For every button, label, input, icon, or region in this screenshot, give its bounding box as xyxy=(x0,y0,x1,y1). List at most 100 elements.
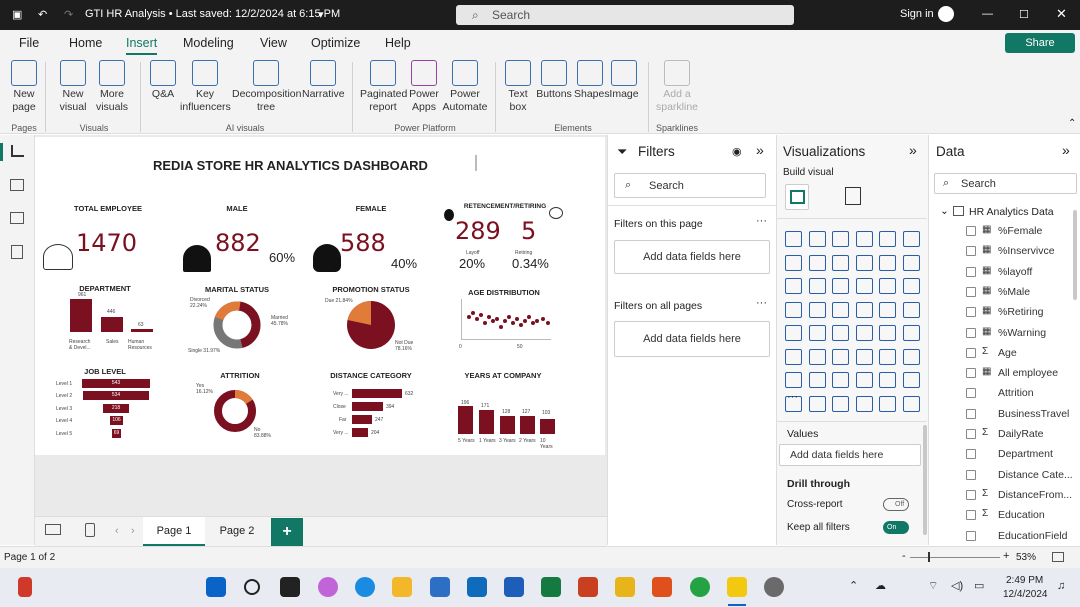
prev-page-icon[interactable]: ‹ xyxy=(115,525,119,537)
visual-type-icon[interactable] xyxy=(832,231,849,247)
dept-bar[interactable] xyxy=(101,317,123,332)
task-view-icon[interactable] xyxy=(280,577,300,597)
save-icon[interactable]: ▣ xyxy=(12,8,22,21)
qa-button[interactable]: Q&A xyxy=(148,60,178,101)
field-item[interactable]: ▦ %Retiring xyxy=(929,303,1079,323)
zoom-handle[interactable] xyxy=(928,552,930,562)
field-checkbox[interactable] xyxy=(966,510,976,521)
field-checkbox[interactable] xyxy=(966,408,976,419)
menu-view[interactable]: View xyxy=(260,36,287,50)
build-visual-icon[interactable] xyxy=(785,184,809,210)
app-icon[interactable] xyxy=(18,577,32,597)
fit-to-page-icon[interactable] xyxy=(1052,552,1064,562)
eye-icon[interactable]: ◉ xyxy=(732,145,742,158)
key-influencers-button[interactable]: Key influencers xyxy=(180,60,231,114)
cross-report-toggle[interactable]: Off xyxy=(883,498,909,511)
narrative-button[interactable]: Narrative xyxy=(302,60,345,101)
more-visuals-button[interactable]: More visuals xyxy=(92,60,132,114)
zoom-out-icon[interactable]: - xyxy=(902,550,906,562)
promotion-pie[interactable] xyxy=(345,299,397,351)
visual-type-icon[interactable] xyxy=(855,325,873,341)
new-visual-button[interactable]: New visual xyxy=(55,60,91,114)
shapes-button[interactable]: Shapes xyxy=(574,60,610,101)
outlook-icon[interactable] xyxy=(467,577,487,597)
dept-bar[interactable] xyxy=(131,329,153,332)
years-bar[interactable] xyxy=(520,416,535,434)
report-page[interactable]: REDIA STORE HR ANALYTICS DASHBOARD TOTAL… xyxy=(35,137,605,455)
visual-type-icon[interactable] xyxy=(808,372,826,388)
visual-type-icon[interactable] xyxy=(902,278,920,294)
visual-type-icon[interactable] xyxy=(785,348,802,365)
dax-view-icon[interactable] xyxy=(11,245,23,259)
visual-type-icon[interactable] xyxy=(879,395,896,412)
keep-filters-toggle[interactable]: On xyxy=(883,521,909,534)
undo-icon[interactable]: ↶ xyxy=(38,8,47,21)
visual-type-icon[interactable] xyxy=(832,348,849,365)
all-pages-filter-well[interactable]: Add data fields here xyxy=(614,321,770,357)
menu-home[interactable]: Home xyxy=(69,36,102,50)
attrition-donut[interactable] xyxy=(211,387,259,435)
job-bar[interactable]: 534 xyxy=(83,391,149,400)
field-checkbox[interactable] xyxy=(966,246,976,257)
battery-icon[interactable]: ▭ xyxy=(974,579,984,592)
mobile-layout-icon[interactable] xyxy=(85,523,95,537)
build-visual-tab[interactable]: Build visual xyxy=(783,167,834,178)
volume-icon[interactable]: ◁) xyxy=(951,579,963,592)
cloud-icon[interactable]: ☁ xyxy=(875,579,886,592)
years-bar[interactable] xyxy=(540,419,555,434)
zoom-slider[interactable] xyxy=(910,557,1000,558)
visual-type-icon[interactable] xyxy=(879,325,896,341)
collapse-data-icon[interactable]: » xyxy=(1062,142,1070,158)
report-view-icon[interactable] xyxy=(11,145,24,157)
spreadsheet-app-icon[interactable] xyxy=(615,577,635,597)
close-icon[interactable]: ✕ xyxy=(1056,6,1067,22)
paginated-report-button[interactable]: Paginated report xyxy=(360,60,407,114)
visual-type-icon[interactable] xyxy=(832,254,849,271)
visual-type-icon[interactable] xyxy=(832,301,849,318)
visual-type-icon[interactable] xyxy=(879,348,896,365)
visual-type-icon[interactable] xyxy=(902,372,920,388)
field-item[interactable]: ▦ %Male xyxy=(929,283,1079,303)
desktop-layout-icon[interactable] xyxy=(45,524,61,535)
zoom-in-icon[interactable]: + xyxy=(1003,550,1009,562)
visual-type-icon[interactable] xyxy=(855,372,873,388)
visual-type-icon[interactable] xyxy=(855,278,873,294)
menu-help[interactable]: Help xyxy=(385,36,411,50)
visual-type-icon[interactable] xyxy=(879,301,896,318)
visual-type-icon[interactable] xyxy=(808,395,826,412)
visual-type-icon[interactable] xyxy=(808,231,826,247)
image-button[interactable]: Image xyxy=(608,60,640,101)
visual-type-icon[interactable] xyxy=(879,372,896,388)
field-checkbox[interactable] xyxy=(966,489,976,500)
more-options-icon[interactable]: ··· xyxy=(756,297,767,309)
marital-donut[interactable] xyxy=(211,299,263,351)
visual-type-icon[interactable] xyxy=(785,231,802,247)
visual-type-icon[interactable] xyxy=(855,231,873,247)
next-page-icon[interactable]: › xyxy=(131,525,135,537)
power-apps-button[interactable]: Power Apps xyxy=(408,60,440,114)
add-sparkline-button[interactable]: Add a sparkline xyxy=(655,60,699,114)
visual-type-icon[interactable] xyxy=(879,278,896,294)
start-icon[interactable] xyxy=(206,577,226,597)
field-checkbox[interactable] xyxy=(966,388,976,399)
filter-search-input[interactable]: ⌕ Search xyxy=(614,173,766,198)
chevron-up-icon[interactable]: ⌃ xyxy=(849,579,858,592)
field-item[interactable]: Department xyxy=(929,445,1079,465)
copilot-icon[interactable] xyxy=(318,577,338,597)
dept-bar[interactable] xyxy=(70,299,92,332)
maximize-icon[interactable]: ☐ xyxy=(1019,8,1029,21)
visual-type-icon[interactable] xyxy=(832,395,849,412)
power-automate-button[interactable]: Power Automate xyxy=(442,60,488,114)
visual-type-icon[interactable] xyxy=(785,301,802,318)
search-input[interactable]: ⌕ Search xyxy=(456,5,794,25)
page-filter-well[interactable]: Add data fields here xyxy=(614,240,770,274)
signin-button[interactable]: Sign in xyxy=(900,8,934,20)
visual-type-icon[interactable] xyxy=(832,372,849,388)
field-item[interactable]: ▦ %layoff xyxy=(929,263,1079,283)
visual-type-icon[interactable] xyxy=(832,278,849,294)
tab-page-2[interactable]: Page 2 xyxy=(207,517,267,546)
field-item[interactable]: Distance Cate... xyxy=(929,466,1079,486)
visual-type-icon[interactable] xyxy=(902,325,920,341)
field-item[interactable]: ▦ %Female xyxy=(929,222,1079,242)
years-bar[interactable] xyxy=(500,416,515,434)
